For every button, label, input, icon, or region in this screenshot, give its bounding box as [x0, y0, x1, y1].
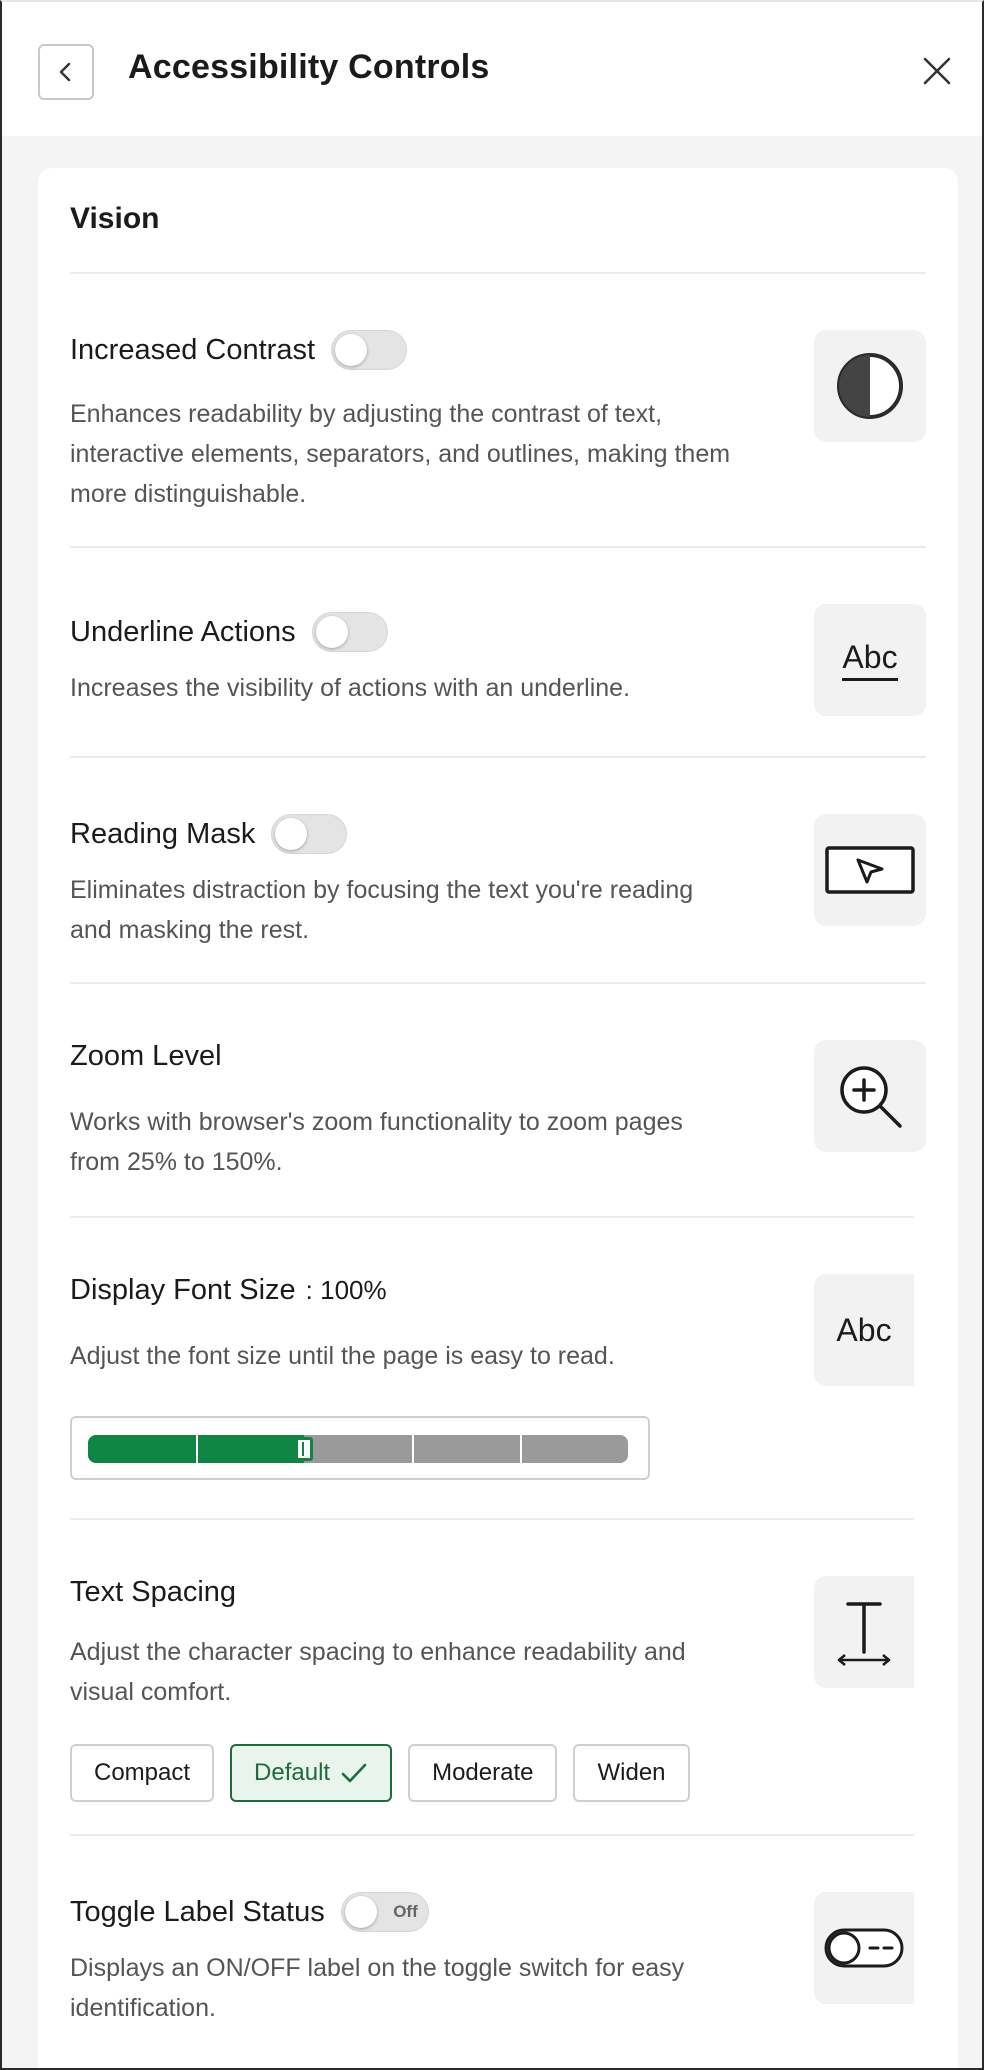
underline-actions-illustration: Abc — [814, 604, 926, 716]
desc-line: more distinguishable. — [70, 480, 307, 508]
underline-actions-title: Underline Actions — [70, 615, 296, 648]
spacing-option-moderate[interactable]: Moderate — [408, 1744, 558, 1802]
text-spacing-desc: Adjust the character spacing to enhance … — [70, 1632, 686, 1712]
desc-line: Adjust the font size until the page is e… — [70, 1342, 615, 1370]
spacing-option-compact[interactable]: Compact — [70, 1744, 215, 1802]
divider — [70, 546, 926, 548]
desc-line: Works with browser's zoom functionality … — [70, 1108, 683, 1136]
text-spacing-options: Compact Default Moderate Widen — [70, 1744, 690, 1802]
desc-line: Eliminates distraction by focusing the t… — [70, 876, 694, 904]
underline-actions-toggle[interactable] — [311, 612, 388, 652]
increased-contrast-toggle[interactable] — [331, 330, 408, 370]
toggle-label-status-toggle[interactable]: Off — [340, 1892, 429, 1932]
desc-line: visual comfort. — [70, 1678, 232, 1706]
abc-icon: Abc — [836, 1311, 892, 1348]
desc-line: Enhances readability by adjusting the co… — [70, 400, 663, 428]
toggle-knob — [315, 616, 348, 648]
desc-line: Displays an ON/OFF label on the toggle s… — [70, 1954, 685, 1982]
zoom-level-desc: Works with browser's zoom functionality … — [70, 1102, 683, 1182]
font-size-slider[interactable] — [70, 1416, 650, 1480]
increased-contrast-desc: Enhances readability by adjusting the co… — [70, 394, 730, 514]
zoom-level-title: Zoom Level — [70, 1040, 222, 1072]
spacing-option-widen[interactable]: Widen — [573, 1744, 690, 1802]
desc-line: interactive elements, separators, and ou… — [70, 440, 731, 468]
slider-track[interactable] — [88, 1435, 628, 1463]
divider — [70, 756, 926, 758]
zoom-level-illustration — [814, 1040, 926, 1152]
toggle-knob — [275, 818, 308, 850]
vision-card: Vision Increased Contrast Enhances reada… — [38, 168, 958, 2068]
desc-line: identification. — [70, 1994, 216, 2022]
option-label: Moderate — [432, 1759, 534, 1786]
reading-mask-illustration — [814, 814, 926, 926]
divider — [70, 1216, 914, 1218]
check-icon — [341, 1763, 367, 1783]
close-icon — [923, 57, 951, 85]
display-font-size-desc: Adjust the font size until the page is e… — [70, 1336, 615, 1376]
text-spacing-title-row: Text Spacing — [70, 1576, 236, 1609]
increased-contrast-illustration — [814, 330, 926, 442]
desc-line: from 25% to 150%. — [70, 1148, 283, 1176]
toggle-label-status-desc: Displays an ON/OFF label on the toggle s… — [70, 1948, 684, 2028]
slider-step-separator — [412, 1435, 414, 1463]
reading-mask-icon — [825, 846, 915, 894]
reading-mask-title: Reading Mask — [70, 817, 256, 850]
reading-mask-toggle[interactable] — [271, 814, 348, 854]
divider — [70, 982, 926, 984]
font-size-value: : 100% — [305, 1275, 387, 1305]
text-spacing-icon — [837, 1602, 891, 1666]
zoom-level-title-row: Zoom Level — [70, 1040, 222, 1073]
slider-step-separator — [520, 1435, 522, 1463]
underline-actions-desc: Increases the visibility of actions with… — [70, 668, 630, 708]
option-label: Default — [254, 1759, 331, 1786]
page-title: Accessibility Controls — [128, 48, 490, 86]
accessibility-panel: Accessibility Controls Vision Increased … — [0, 0, 984, 2070]
display-font-size-illustration: Abc — [814, 1274, 914, 1386]
toggle-off-label: Off — [393, 1902, 418, 1921]
desc-line: Increases the visibility of actions with… — [70, 674, 631, 702]
chevron-left-icon — [59, 62, 71, 82]
text-spacing-illustration — [814, 1576, 914, 1688]
text-spacing-title: Text Spacing — [70, 1576, 237, 1608]
slider-thumb[interactable] — [295, 1437, 313, 1461]
section-title: Vision — [70, 202, 160, 235]
close-button[interactable] — [918, 52, 956, 90]
contrast-icon — [837, 353, 903, 419]
toggle-knob — [335, 334, 368, 366]
desc-line: Adjust the character spacing to enhance … — [70, 1638, 686, 1666]
toggle-label-status-illustration — [814, 1892, 914, 2004]
reading-mask-desc: Eliminates distraction by focusing the t… — [70, 870, 693, 950]
spacing-option-default[interactable]: Default — [230, 1744, 393, 1802]
increased-contrast-title-row: Increased Contrast — [70, 330, 408, 370]
divider — [70, 1834, 914, 1836]
toggle-knob — [344, 1896, 377, 1928]
display-font-size-title: Display Font Size — [70, 1274, 296, 1306]
panel-header: Accessibility Controls — [2, 2, 982, 136]
increased-contrast-title: Increased Contrast — [70, 333, 316, 366]
zoom-in-icon — [840, 1066, 902, 1128]
desc-line: and masking the rest. — [70, 916, 310, 944]
underline-actions-title-row: Underline Actions — [70, 612, 388, 652]
option-label: Compact — [94, 1759, 191, 1786]
underlined-abc-icon: Abc — [842, 640, 898, 681]
divider — [70, 1518, 914, 1520]
back-button[interactable] — [38, 44, 94, 100]
option-label: Widen — [597, 1759, 666, 1786]
display-font-size-title-row: Display Font Size : 100% — [70, 1274, 387, 1307]
divider — [70, 272, 926, 274]
toggle-label-status-title-row: Toggle Label Status Off — [70, 1892, 429, 1932]
slider-step-separator — [196, 1435, 198, 1463]
reading-mask-title-row: Reading Mask — [70, 814, 348, 854]
toggle-off-icon — [824, 1928, 904, 1968]
toggle-label-status-title: Toggle Label Status — [70, 1895, 325, 1928]
